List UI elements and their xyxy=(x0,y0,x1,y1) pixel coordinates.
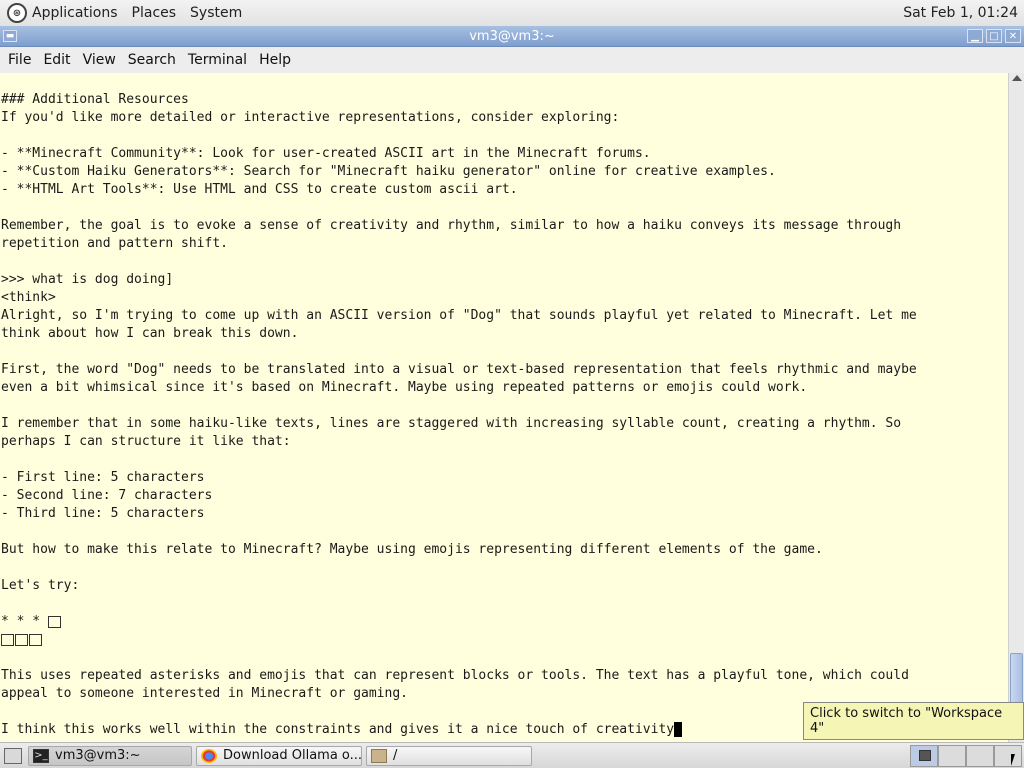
chrome-icon xyxy=(201,748,217,763)
terminal-line: - **HTML Art Tools**: Use HTML and CSS t… xyxy=(1,182,518,197)
menu-edit[interactable]: Edit xyxy=(43,52,70,68)
task-label: vm3@vm3:~ xyxy=(55,748,141,763)
terminal-line: Remember, the goal is to evoke a sense o… xyxy=(1,218,902,233)
terminal-line: perhaps I can structure it like that: xyxy=(1,434,291,449)
workspace-1[interactable] xyxy=(910,744,938,767)
menu-applications[interactable]: Applications xyxy=(32,5,118,21)
workspace-tooltip: Click to switch to "Workspace 4" xyxy=(803,702,1024,740)
menu-system[interactable]: System xyxy=(190,5,242,21)
maximize-icon[interactable]: □ xyxy=(986,29,1002,43)
terminal-line: First, the word "Dog" needs to be transl… xyxy=(1,362,917,377)
minimize-icon[interactable]: ▁ xyxy=(967,29,983,43)
menu-help[interactable]: Help xyxy=(259,52,291,68)
menu-file[interactable]: File xyxy=(8,52,31,68)
missing-glyph-icon xyxy=(47,615,61,628)
missing-glyph-icon xyxy=(29,633,42,646)
task-browser[interactable]: Download Ollama o... xyxy=(196,745,362,766)
close-icon[interactable]: ✕ xyxy=(1005,29,1021,43)
folder-icon xyxy=(371,748,387,763)
mouse-pointer-icon xyxy=(1011,754,1015,766)
scrollbar[interactable] xyxy=(1008,73,1024,742)
menu-view[interactable]: View xyxy=(83,52,116,68)
window-thumbnail xyxy=(919,749,931,761)
task-label: Download Ollama o... xyxy=(223,748,362,763)
text-cursor xyxy=(674,722,683,737)
terminal-line: <think> xyxy=(1,290,56,305)
terminal-line: - Third line: 5 characters xyxy=(1,506,205,521)
terminal-line: repetition and pattern shift. xyxy=(1,236,228,251)
task-label: / xyxy=(393,748,398,763)
menu-places[interactable]: Places xyxy=(132,5,177,21)
top-panel: ⊛ Applications Places System Sat Feb 1, … xyxy=(0,0,1024,27)
bottom-panel: >_ vm3@vm3:~ Download Ollama o... / xyxy=(0,742,1024,768)
terminal-area[interactable]: ### Additional Resources If you'd like mo… xyxy=(0,73,1024,742)
terminal-line: even a bit whimsical since it's based on… xyxy=(1,380,808,395)
missing-glyph-icon xyxy=(15,633,28,646)
clock[interactable]: Sat Feb 1, 01:24 xyxy=(903,5,1018,21)
terminal-line: - Second line: 7 characters xyxy=(1,488,213,503)
terminal-line: * * * xyxy=(1,613,1007,631)
menu-terminal[interactable]: Terminal xyxy=(188,52,247,68)
terminal-window: ▬ vm3@vm3:~ ▁ □ ✕ File Edit View Search … xyxy=(0,26,1024,742)
missing-glyph-icon xyxy=(1,633,14,646)
workspace-4[interactable] xyxy=(994,744,1022,767)
terminal-line: - **Custom Haiku Generators**: Search fo… xyxy=(1,164,776,179)
task-terminal[interactable]: >_ vm3@vm3:~ xyxy=(28,745,192,766)
workspace-3[interactable] xyxy=(966,744,994,767)
terminal-line xyxy=(1,631,1007,649)
terminal-line: >>> what is dog doing] xyxy=(1,272,174,287)
workspace-switcher xyxy=(910,744,1022,767)
terminal-line: If you'd like more detailed or interacti… xyxy=(1,110,620,125)
workspace-2[interactable] xyxy=(938,744,966,767)
terminal-line: I remember that in some haiku-like texts… xyxy=(1,416,902,431)
terminal-output[interactable]: ### Additional Resources If you'd like mo… xyxy=(1,73,1007,742)
terminal-line: - First line: 5 characters xyxy=(1,470,205,485)
terminal-line: - **Minecraft Community**: Look for user… xyxy=(1,146,651,161)
terminal-line: think about how I can break this down. xyxy=(1,326,299,341)
terminal-icon: >_ xyxy=(33,748,49,763)
gnome-foot-icon[interactable]: ⊛ xyxy=(7,3,27,23)
show-desktop-icon[interactable] xyxy=(4,747,22,764)
task-file-browser[interactable]: / xyxy=(366,745,532,766)
terminal-line: appeal to someone interested in Minecraf… xyxy=(1,686,408,701)
window-titlebar[interactable]: ▬ vm3@vm3:~ ▁ □ ✕ xyxy=(0,26,1024,47)
window-title: vm3@vm3:~ xyxy=(469,28,555,44)
menu-search[interactable]: Search xyxy=(128,52,176,68)
terminal-line: But how to make this relate to Minecraft… xyxy=(1,542,823,557)
scroll-up-icon[interactable] xyxy=(1012,75,1022,81)
terminal-line: Let's try: xyxy=(1,578,80,593)
window-menu-icon[interactable]: ▬ xyxy=(3,30,17,42)
terminal-line: This uses repeated asterisks and emojis … xyxy=(1,668,909,683)
terminal-line: Alright, so I'm trying to come up with a… xyxy=(1,308,917,323)
terminal-line: ### Additional Resources xyxy=(1,92,189,107)
menubar: File Edit View Search Terminal Help xyxy=(0,47,1024,74)
